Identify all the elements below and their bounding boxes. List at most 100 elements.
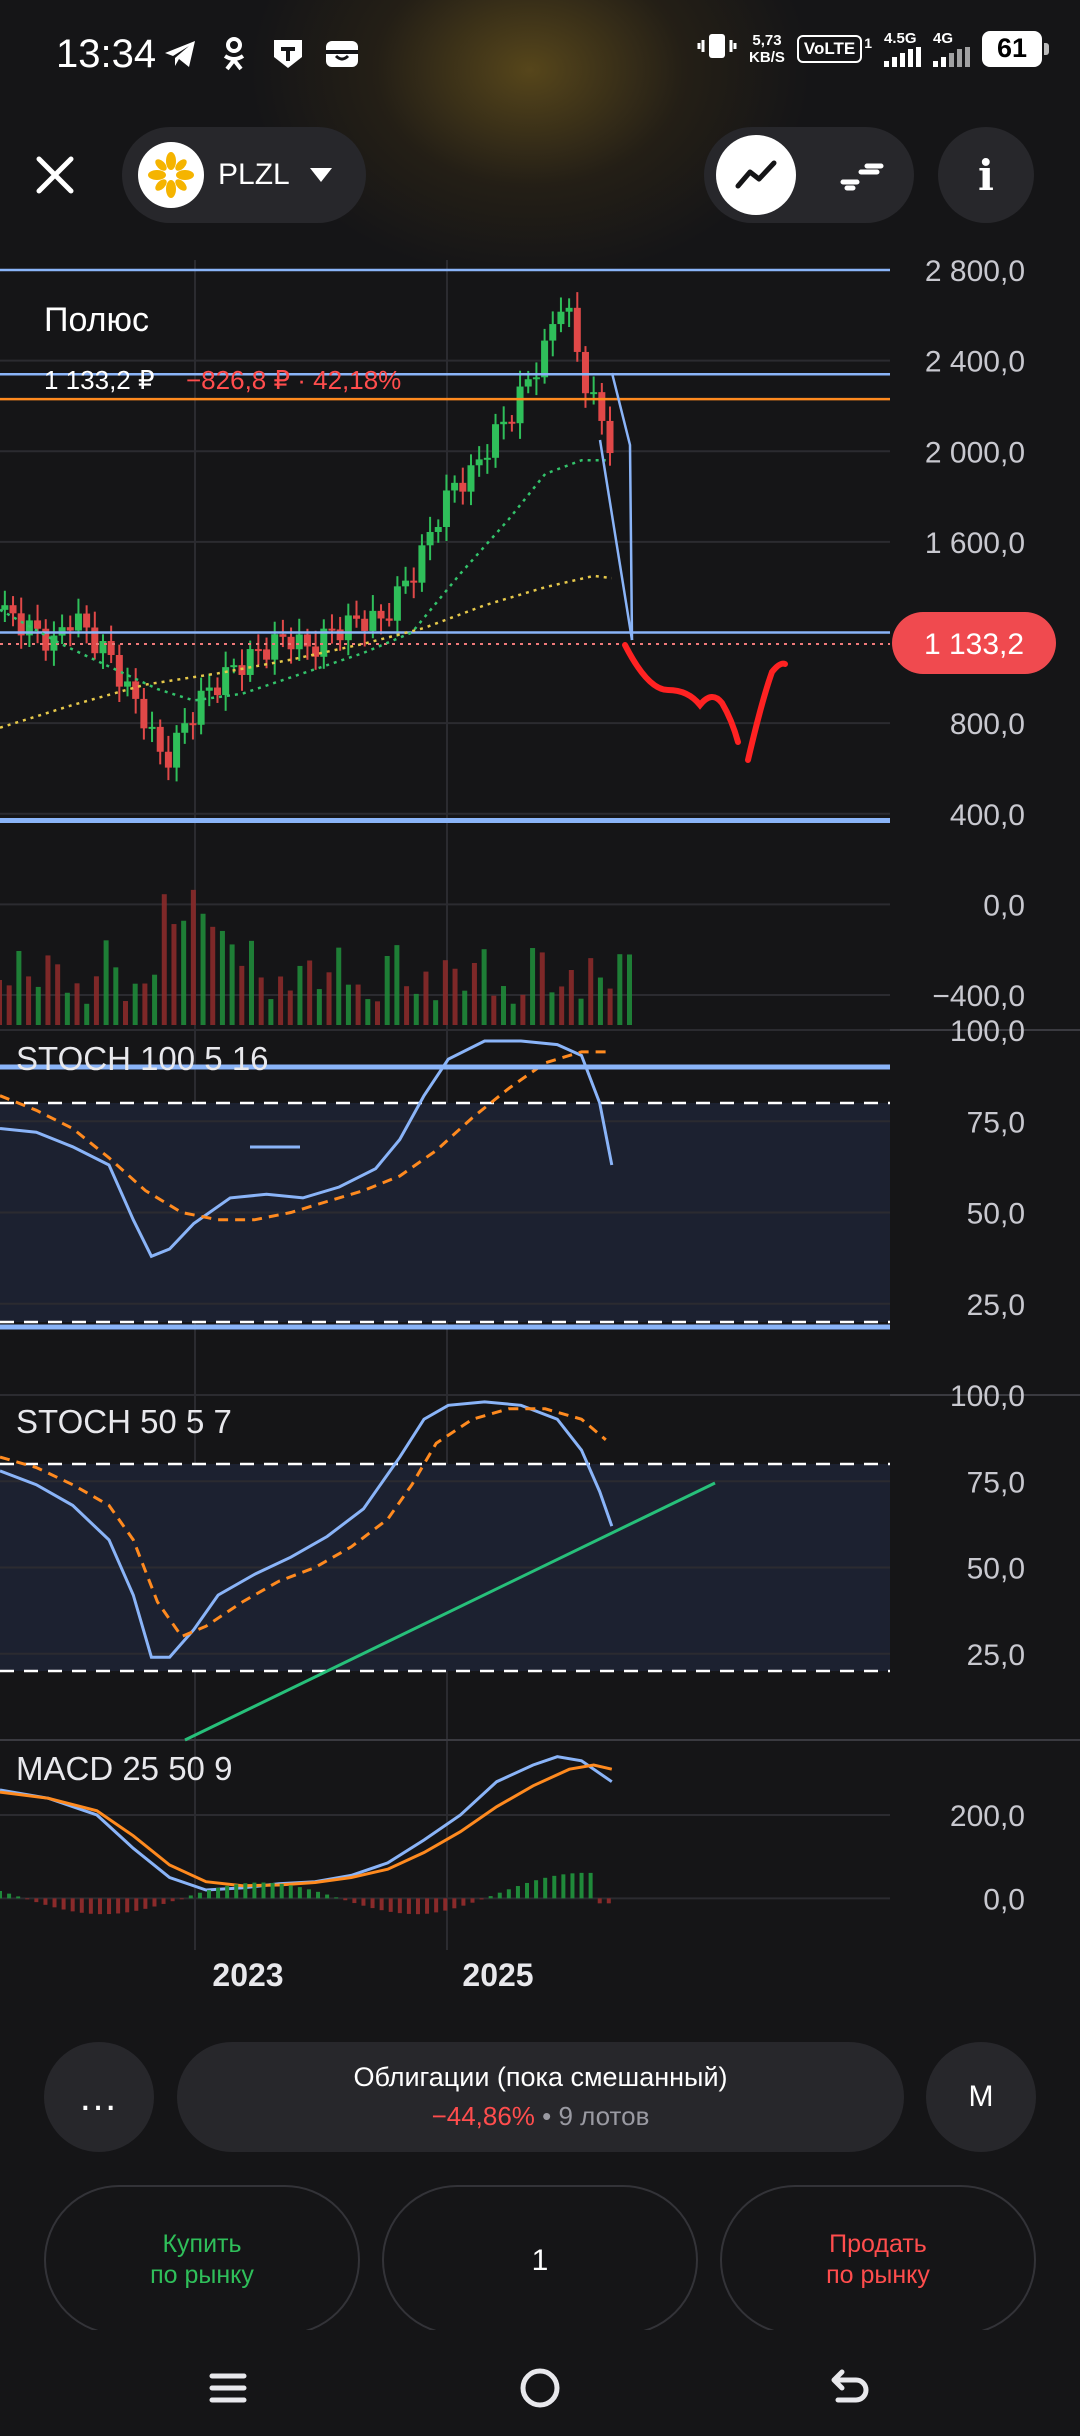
buy-market-button[interactable]: Купить по рынку <box>44 2185 360 2335</box>
volume-bar <box>568 969 574 1025</box>
candle-body <box>418 545 426 583</box>
y-tick-label: 1 600,0 <box>925 527 1025 560</box>
macd-histogram-bar <box>297 1887 302 1899</box>
candle-body <box>140 698 148 729</box>
macd-histogram-bar <box>552 1875 557 1899</box>
quantity-field[interactable]: 1 <box>382 2185 698 2335</box>
y-tick-label: 2 000,0 <box>925 436 1025 469</box>
status-notification-icons <box>160 34 362 74</box>
volume-bar <box>404 986 410 1025</box>
macd-histogram-bar <box>216 1887 221 1899</box>
status-bar: 13:34 5,73 KB/S VoLTE 1 4.5G 4G 61 <box>0 0 1080 110</box>
macd-histogram-bar <box>588 1872 593 1899</box>
volume-bar <box>103 940 109 1025</box>
recent-apps-button[interactable] <box>198 2358 258 2418</box>
portfolio-selector[interactable]: Облигации (пока смешанный) −44,86% • 9 л… <box>177 2042 904 2152</box>
volume-bar <box>501 986 506 1025</box>
macd-histogram-bar <box>515 1886 520 1899</box>
candle-body <box>263 649 271 660</box>
volume-bar <box>355 984 361 1025</box>
macd-histogram-bar <box>270 1882 275 1899</box>
volume-bar <box>93 976 99 1025</box>
back-button[interactable] <box>820 2358 880 2418</box>
candle-body <box>115 655 123 687</box>
candle-body <box>410 580 418 583</box>
macd-histogram-bar <box>52 1898 57 1908</box>
macd-histogram-bar <box>543 1877 548 1899</box>
candle-body <box>492 424 500 458</box>
macd-histogram-bar <box>170 1898 175 1902</box>
candle-body <box>148 726 156 729</box>
candle-body <box>590 392 598 395</box>
portfolio-pct: −44,86% <box>431 2101 535 2131</box>
line-chart-button[interactable] <box>716 135 796 215</box>
macd-histogram-bar <box>570 1873 575 1899</box>
signal-bars-icon <box>884 46 921 67</box>
candle-body <box>246 649 254 675</box>
macd-histogram-bar <box>352 1898 357 1904</box>
y-tick-label: 0,0 <box>983 1883 1025 1916</box>
tbank-icon <box>268 34 308 74</box>
volume-bar <box>326 972 332 1025</box>
net-speed-value: 5,73 <box>752 31 782 49</box>
volume-bar <box>549 992 555 1025</box>
macd-histogram-bar <box>443 1898 448 1911</box>
more-button[interactable]: … <box>44 2042 154 2152</box>
macd-histogram-bar <box>206 1890 211 1899</box>
candle-body <box>442 490 450 528</box>
volume-bar <box>345 984 351 1025</box>
candle-body <box>598 392 606 421</box>
back-arrow-icon <box>831 2369 869 2403</box>
volume-bar <box>26 976 32 1025</box>
volume-bar <box>394 945 400 1025</box>
candle-body <box>271 634 279 660</box>
macd-histogram-bar <box>525 1882 530 1899</box>
volume-bar <box>607 988 613 1025</box>
candle-body <box>295 634 303 650</box>
candle-body <box>377 610 385 619</box>
macd-histogram-bar <box>288 1885 293 1899</box>
net-speed-unit: KB/S <box>749 48 785 66</box>
volume-bar <box>210 926 216 1025</box>
price-chart[interactable]: 2 800,02 400,02 000,01 600,01 200,0800,0… <box>0 250 1080 2020</box>
sell-label-line2: по рынку <box>826 2261 930 2289</box>
volume-bar <box>442 960 448 1025</box>
macd-histogram-bar <box>452 1898 457 1909</box>
chart-grid <box>0 260 1080 1950</box>
macd-histogram-bar <box>597 1898 602 1904</box>
candle-chart-button[interactable] <box>822 135 902 215</box>
m-button[interactable]: M <box>926 2042 1036 2152</box>
volume-bar <box>617 954 623 1025</box>
candle-body <box>402 580 410 587</box>
y-tick-label: 0,0 <box>983 889 1025 922</box>
volume-bar <box>627 954 632 1025</box>
candle-body <box>74 613 82 631</box>
home-button[interactable] <box>510 2358 570 2418</box>
macd-histogram-bar <box>70 1898 75 1912</box>
volume-bar <box>152 974 158 1025</box>
volume-bar <box>132 983 138 1025</box>
x-tick-label: 2023 <box>212 1957 283 1993</box>
macd-histogram-bar <box>370 1898 375 1909</box>
macd-histogram-bar <box>388 1898 393 1912</box>
y-tick-label: 75,0 <box>967 1106 1025 1139</box>
volume-bar <box>384 955 390 1025</box>
candle-body <box>156 726 164 752</box>
macd-histogram-bar <box>461 1898 466 1906</box>
sell-market-button[interactable]: Продать по рынку <box>720 2185 1036 2335</box>
ticker-selector[interactable]: PLZL <box>122 127 366 223</box>
macd-histogram-bar <box>88 1898 93 1914</box>
volume-bar <box>219 930 225 1025</box>
close-button[interactable] <box>22 142 88 208</box>
volume-bar <box>462 990 468 1025</box>
volume-bar <box>307 960 313 1025</box>
y-tick-label: 100,0 <box>950 1015 1025 1048</box>
volume-bar <box>84 1003 90 1025</box>
candle-body <box>385 618 393 621</box>
volume-bar <box>491 995 497 1025</box>
macd-histogram-bar <box>425 1898 430 1914</box>
volume-bars <box>0 889 632 1025</box>
info-button[interactable]: i <box>938 127 1034 223</box>
hand-drawn-forecast <box>622 642 788 763</box>
candle-body <box>524 379 532 387</box>
